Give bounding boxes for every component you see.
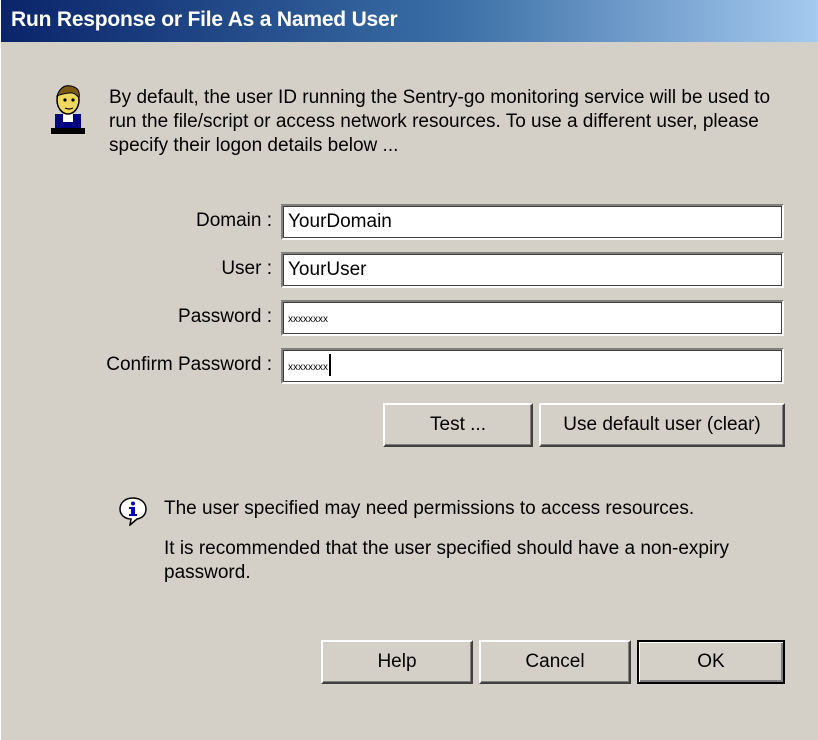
user-label: User : [221, 258, 272, 279]
domain-field[interactable]: YourDomain [281, 204, 784, 240]
domain-label: Domain : [195, 210, 272, 231]
password-value: xxxxxxxx [288, 314, 328, 325]
confirm-password-label: Confirm Password : [106, 354, 272, 375]
confirm-password-field[interactable]: xxxxxxxx [281, 348, 784, 384]
user-value: YourUser [288, 259, 367, 280]
use-default-user-button[interactable]: Use default user (clear) [539, 403, 785, 447]
cancel-button[interactable]: Cancel [479, 640, 631, 684]
user-field[interactable]: YourUser [281, 252, 784, 288]
password-label: Password : [178, 306, 272, 327]
intro-text: By default, the user ID running the Sent… [109, 87, 771, 156]
password-field[interactable]: xxxxxxxx [281, 300, 784, 336]
info-permissions-text: The user specified may need permissions … [164, 498, 695, 519]
confirm-password-value: xxxxxxxx [288, 362, 328, 373]
domain-value: YourDomain [288, 211, 392, 232]
user-icon [51, 85, 85, 134]
info-icon [119, 497, 147, 526]
text-cursor [329, 353, 331, 376]
title-bar[interactable]: Run Response or File As a Named User [1, 0, 818, 42]
test-button[interactable]: Test ... [383, 403, 533, 447]
info-expiry-text: It is recommended that the user specifie… [164, 538, 730, 583]
window-title: Run Response or File As a Named User [11, 8, 398, 31]
ok-button[interactable]: OK [637, 640, 785, 684]
run-as-user-dialog: Run Response or File As a Named User By … [0, 0, 818, 740]
help-button[interactable]: Help [321, 640, 473, 684]
